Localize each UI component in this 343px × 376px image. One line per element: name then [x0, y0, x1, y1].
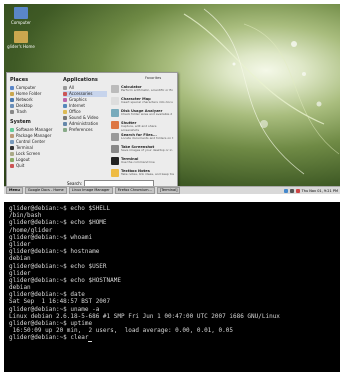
- menu-item-label: Preferences: [69, 127, 93, 132]
- places-column: Places Computer Home Folder Network Desk…: [10, 77, 58, 169]
- terminal-line: 16:50:09 up 20 min, 2 users, load averag…: [9, 327, 233, 335]
- office-icon: [63, 110, 67, 114]
- home-folder-icon: [14, 31, 28, 43]
- taskbar-item[interactable]: Linux Image Manager: [68, 187, 113, 194]
- taskbar: Menu Google Docs - Home Linux Image Mana…: [4, 186, 340, 194]
- text-cursor: [88, 340, 93, 342]
- terminal-line: debian: [9, 284, 31, 292]
- desktop-icon-label: Computer: [11, 20, 31, 25]
- terminal-prompt-line[interactable]: glider@debian:~$ clear: [9, 334, 335, 342]
- app-desc: Insert special characters into docu: [121, 100, 173, 104]
- menu-item-label: Trash: [16, 109, 27, 114]
- computer-icon: [14, 7, 28, 19]
- search-files-icon: [111, 133, 119, 141]
- favorites-button[interactable]: Favorites: [145, 76, 161, 80]
- app-notes[interactable]: Textbox Notes Take notes, link ideas, and…: [111, 169, 175, 180]
- app-desc: Locate documents and folders on t: [121, 136, 174, 140]
- app-shutter[interactable]: Shutter Capture, edit and share screensho…: [111, 121, 175, 132]
- terminal-icon: [10, 146, 14, 150]
- menu-item-label: Quit: [16, 163, 25, 168]
- desktop-icon: [10, 104, 14, 108]
- volume-icon[interactable]: [289, 188, 294, 193]
- internet-icon: [63, 104, 67, 108]
- terminal-input[interactable]: glider@debian:~$ clear: [9, 334, 88, 341]
- terminal-screenshot: glider@debian:~$ echo $SHELL /bin/bash g…: [4, 202, 340, 372]
- all-apps-icon: [63, 86, 67, 90]
- app-calculator[interactable]: Calculator Perform arithmetic, scientific…: [111, 85, 175, 96]
- accessories-icon: [63, 92, 67, 96]
- terminal-line: glider@debian:~$ uptime: [9, 320, 93, 327]
- terminal-line: glider@debian:~$ echo $HOSTNAME: [9, 276, 121, 284]
- apps-list: Calculator Perform arithmetic, scientific…: [111, 85, 175, 193]
- app-desc: Perform arithmetic, scientific or fin: [121, 88, 174, 92]
- sound-video-icon: [63, 116, 67, 120]
- app-desc: Save images of your desktop or in: [121, 148, 173, 152]
- app-terminal[interactable]: Terminal Use the command line: [111, 157, 175, 168]
- desktop-icon-home[interactable]: glider's Home: [6, 31, 36, 49]
- logout-icon: [10, 158, 14, 162]
- app-desc: Use the command line: [121, 160, 155, 164]
- desktop-screenshot: Computer glider's Home Places Computer H…: [4, 4, 340, 194]
- app-take-screenshot[interactable]: Take Screenshot Save images of your deskt…: [111, 145, 175, 156]
- places-item-trash[interactable]: Trash: [10, 109, 58, 115]
- lock-icon: [10, 152, 14, 156]
- terminal-line: glider@debian:~$ echo $SHELL: [9, 205, 111, 212]
- terminal-line: glider@debian:~$ whoami: [9, 233, 93, 241]
- app-desc: Capture, edit and share screenshots: [121, 124, 157, 132]
- app-search-files[interactable]: Search for Files... Locate documents and …: [111, 133, 175, 144]
- terminal-line: Sat Sep 1 16:48:57 BST 2007: [9, 298, 111, 306]
- terminal-line: glider@debian:~$ echo $HOME: [9, 219, 107, 227]
- desktop-icon-label: glider's Home: [7, 44, 35, 49]
- app-desc: Check folder sizes and available d: [121, 112, 173, 116]
- applications-heading: Applications: [63, 77, 98, 83]
- software-manager-icon: [10, 128, 14, 132]
- taskbar-item[interactable]: [Terminal]: [156, 187, 181, 194]
- trash-icon: [10, 110, 14, 114]
- package-manager-icon: [10, 134, 14, 138]
- clock[interactable]: Thu Nov 01, 9:21 PM: [302, 189, 338, 193]
- terminal-line: glider@debian:~$ date: [9, 291, 85, 299]
- terminal-line: glider@debian:~$ echo $USER: [9, 262, 107, 270]
- desktop-icon-computer[interactable]: Computer: [6, 7, 36, 25]
- system-item-quit[interactable]: Quit: [10, 163, 58, 169]
- app-desc: Take notes, link ideas, and keep tra: [121, 172, 175, 176]
- terminal-line: glider@debian:~$ uname -a: [9, 305, 100, 313]
- home-folder-icon: [10, 92, 14, 96]
- terminal-line: /home/glider: [9, 226, 53, 234]
- update-icon[interactable]: [295, 188, 300, 193]
- network-icon[interactable]: [283, 188, 288, 193]
- disk-usage-icon: [111, 109, 119, 117]
- terminal-line: glider: [9, 240, 31, 248]
- preferences-icon: [63, 128, 67, 132]
- terminal-line: Linux debian 2.6.18-5-686 #1 SMP Fri Jun…: [9, 312, 280, 320]
- control-center-icon: [10, 140, 14, 144]
- terminal-line: debian: [9, 255, 31, 263]
- categories-column: Applications All Accessories Graphics In…: [63, 77, 107, 133]
- terminal-line: glider@debian:~$ hostname: [9, 248, 100, 256]
- category-preferences[interactable]: Preferences: [63, 127, 107, 133]
- shutter-icon: [111, 121, 119, 129]
- notes-icon: [111, 169, 119, 177]
- graphics-icon: [63, 98, 67, 102]
- places-heading: Places: [10, 77, 29, 83]
- screenshot-icon: [111, 145, 119, 153]
- system-heading: System: [10, 119, 31, 125]
- calculator-icon: [111, 85, 119, 93]
- start-menu: Places Computer Home Folder Network Desk…: [6, 72, 178, 191]
- network-icon: [10, 98, 14, 102]
- quit-icon: [10, 164, 14, 168]
- terminal-icon: [111, 157, 119, 165]
- taskbar-item[interactable]: Firefox Chromium...: [114, 187, 155, 194]
- menu-button[interactable]: Menu: [6, 187, 23, 194]
- character-map-icon: [111, 97, 119, 105]
- app-character-map[interactable]: Character Map Insert special characters i…: [111, 97, 175, 108]
- terminal-line: /bin/bash: [9, 212, 42, 220]
- app-disk-usage[interactable]: Disk Usage Analyzer Check folder sizes an…: [111, 109, 175, 120]
- computer-icon: [10, 86, 14, 90]
- system-tray: Thu Nov 01, 9:21 PM: [283, 188, 340, 193]
- taskbar-item[interactable]: Google Docs - Home: [24, 187, 67, 194]
- administration-icon: [63, 122, 67, 126]
- terminal-line: glider: [9, 269, 31, 277]
